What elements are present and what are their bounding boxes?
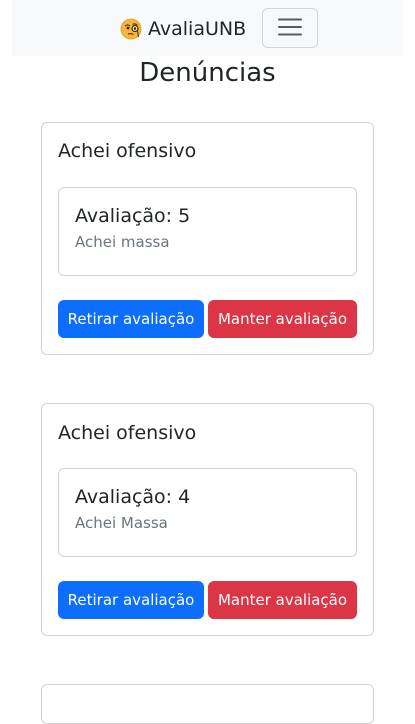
review-card: Avaliação: 4 Achei Massa — [58, 468, 357, 557]
brand-text: AvaliaUNB — [148, 18, 247, 40]
report-reason: Achei ofensivo — [58, 422, 197, 444]
keep-review-button[interactable]: Manter avaliação — [208, 581, 357, 619]
report-reason: Achei ofensivo — [58, 140, 197, 162]
remove-review-button[interactable]: Retirar avaliação — [58, 581, 204, 619]
face-with-monocle-icon — [120, 18, 142, 40]
hamburger-menu-icon — [275, 12, 305, 45]
review-rating: Avaliação: 5 — [75, 205, 191, 227]
review-rating: Avaliação: 4 — [75, 486, 191, 508]
report-card — [41, 684, 374, 724]
report-card: Achei ofensivo Avaliação: 4 Achei Massa … — [41, 403, 374, 636]
page-title: Denúncias — [139, 58, 276, 88]
review-comment: Achei massa — [75, 233, 170, 251]
navbar-toggler-button[interactable] — [262, 8, 318, 48]
report-card: Achei ofensivo Avaliação: 5 Achei massa … — [41, 122, 374, 355]
review-card: Avaliação: 5 Achei massa — [58, 187, 357, 276]
remove-review-button[interactable]: Retirar avaliação — [58, 300, 204, 338]
review-comment: Achei Massa — [75, 514, 168, 532]
keep-review-button[interactable]: Manter avaliação — [208, 300, 357, 338]
navbar: AvaliaUNB — [12, 0, 403, 56]
brand-link[interactable]: AvaliaUNB — [120, 14, 246, 44]
